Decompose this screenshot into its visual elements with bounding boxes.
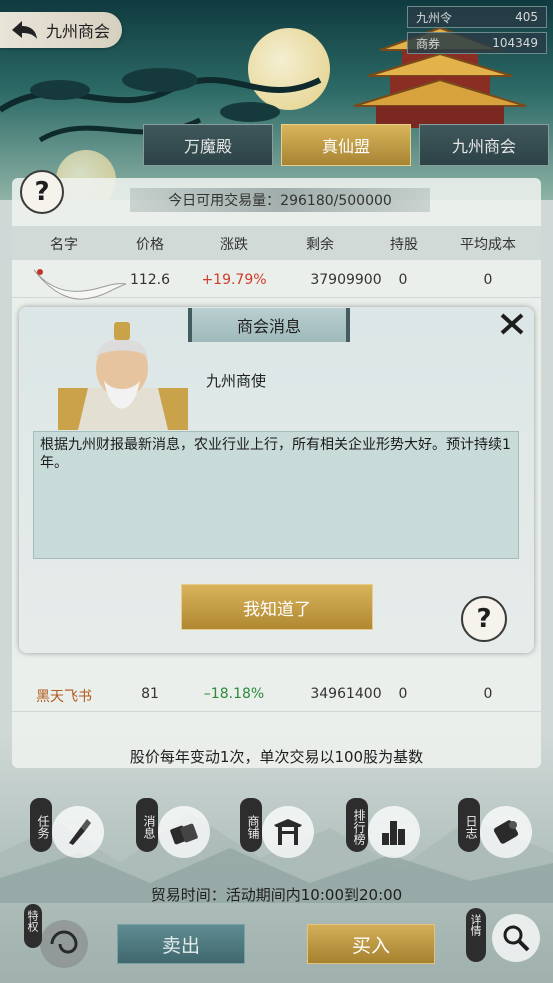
stock-price: 81: [141, 686, 159, 702]
perk-label: 特权: [26, 910, 39, 932]
page-title: 九州商会: [46, 22, 111, 41]
nav-leaderboard[interactable]: 排行榜: [346, 798, 426, 860]
faction-tabs: 万魔殿 真仙盟 九州商会: [143, 124, 549, 166]
brush-icon: [52, 806, 104, 858]
stock-change: –18.18%: [203, 686, 265, 702]
currency-voucher: 商券 104349: [407, 32, 547, 54]
close-button[interactable]: [496, 310, 528, 338]
tab-jiuzhou[interactable]: 九州商会: [419, 124, 549, 166]
question-icon: ?: [476, 604, 492, 634]
magnifier-icon: [492, 914, 540, 962]
message-text: 根据九州财报最新消息，农业行业上行，所有相关企业形势大好。预计持续1年。: [40, 437, 511, 471]
currency-label: 商券: [416, 36, 441, 51]
stock-held: 0: [398, 686, 408, 702]
detail-button[interactable]: 详情: [466, 908, 546, 968]
dialog-help-button[interactable]: ?: [461, 596, 507, 642]
stock-price: 112.6: [129, 272, 171, 288]
nav-badge-label: 日志: [458, 798, 480, 852]
detail-label: 详情: [469, 914, 482, 936]
currency-value: 405: [515, 10, 538, 24]
log-scroll-icon: [480, 806, 532, 858]
stock-name: 黑天飞书: [36, 689, 92, 705]
stock-change: +19.79%: [201, 272, 267, 288]
speaker-name: 九州商使: [206, 372, 267, 390]
trade-rule-text: 股价每年变动1次，单次交易以100股为基数: [129, 748, 424, 766]
confirm-button[interactable]: 我知道了: [181, 584, 373, 630]
question-icon: ?: [34, 177, 50, 207]
back-arrow-icon: [12, 21, 37, 39]
nav-tasks[interactable]: 任务: [30, 798, 110, 860]
stock-avg-cost: 0: [483, 686, 493, 702]
column-header-name: 名字: [50, 237, 78, 253]
stock-remaining: 34961400: [310, 686, 382, 702]
message-body: 根据九州财报最新消息，农业行业上行，所有相关企业形势大好。预计持续1年。: [33, 431, 519, 559]
trade-volume-bar: 今日可用交易量：296180/500000: [130, 188, 430, 212]
tab-wanmo[interactable]: 万魔殿: [143, 124, 273, 166]
nav-shop[interactable]: 商铺: [240, 798, 320, 860]
buy-button[interactable]: 买入: [307, 924, 435, 964]
crane-decoration: [33, 269, 127, 300]
table-header: 名字 价格 涨跌 剩余 持股 平均成本: [12, 226, 541, 260]
merchant-envoy-portrait: [58, 322, 188, 430]
currency-label: 九州令: [416, 10, 453, 25]
currency-value: 104349: [492, 36, 538, 50]
perk-button[interactable]: 特权: [22, 902, 92, 972]
nav-badge-label: 消息: [136, 798, 158, 852]
dialog-title: 商会消息: [188, 308, 350, 342]
stock-held: 0: [398, 272, 408, 288]
stock-remaining: 37909900: [310, 272, 382, 288]
shop-gate-icon: [262, 806, 314, 858]
back-button[interactable]: 九州商会: [0, 12, 122, 48]
nav-badge-label: 任务: [30, 798, 52, 852]
nav-badge-label: 排行榜: [346, 798, 368, 852]
sell-button[interactable]: 卖出: [117, 924, 245, 964]
column-header-change: 涨跌: [220, 237, 248, 253]
nav-messages[interactable]: 消息: [136, 798, 216, 860]
column-header-avg-cost: 平均成本: [460, 237, 516, 253]
table-row[interactable]: 黑天飞书 81 –18.18% 34961400 0 0: [12, 676, 541, 712]
nav-badge-label: 商铺: [240, 798, 262, 852]
column-header-price: 价格: [136, 237, 164, 253]
currency-jiuzhou-token: 九州令 405: [407, 6, 547, 28]
close-icon: [500, 313, 524, 335]
help-button[interactable]: ?: [20, 170, 64, 214]
column-header-remaining: 剩余: [306, 237, 334, 253]
tab-zhenxian[interactable]: 真仙盟: [281, 124, 411, 166]
nav-log[interactable]: 日志: [458, 798, 538, 860]
stock-avg-cost: 0: [483, 272, 493, 288]
bar-chart-icon: [368, 806, 420, 858]
trade-volume-text: 今日可用交易量：296180/500000: [168, 193, 392, 209]
column-header-held: 持股: [390, 237, 418, 253]
scroll-icon: [158, 806, 210, 858]
